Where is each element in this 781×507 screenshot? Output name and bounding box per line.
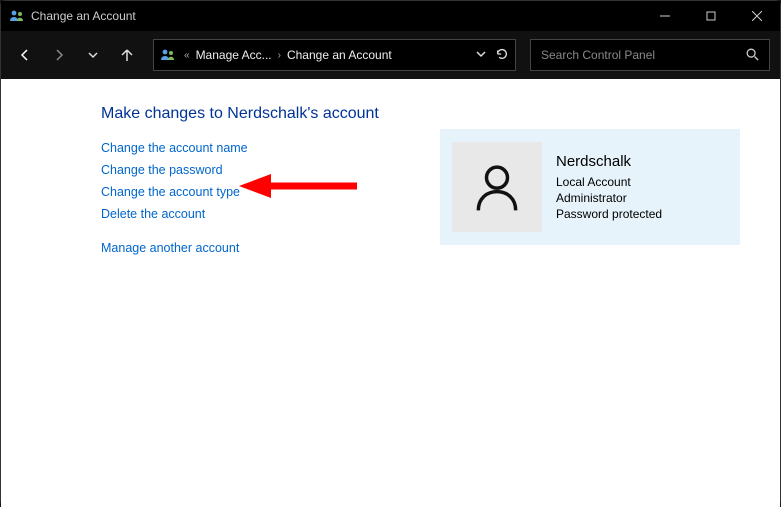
back-button[interactable] bbox=[11, 41, 39, 69]
search-box[interactable] bbox=[530, 39, 770, 71]
users-icon bbox=[160, 47, 176, 63]
account-type: Local Account bbox=[556, 174, 662, 190]
chevron-left-icon: « bbox=[182, 50, 192, 61]
titlebar: Change an Account bbox=[1, 1, 780, 31]
chevron-down-icon[interactable] bbox=[475, 48, 487, 63]
minimize-button[interactable] bbox=[642, 1, 688, 31]
up-button[interactable] bbox=[113, 41, 141, 69]
account-name: Nerdschalk bbox=[556, 152, 662, 172]
window-controls bbox=[642, 1, 780, 31]
users-icon bbox=[9, 8, 25, 24]
account-role: Administrator bbox=[556, 190, 662, 206]
chevron-right-icon: › bbox=[276, 50, 283, 61]
forward-button[interactable] bbox=[45, 41, 73, 69]
recent-dropdown[interactable] bbox=[79, 41, 107, 69]
search-icon[interactable] bbox=[745, 47, 759, 64]
account-card: Nerdschalk Local Account Administrator P… bbox=[440, 129, 740, 245]
window-title: Change an Account bbox=[31, 9, 136, 23]
close-button[interactable] bbox=[734, 1, 780, 31]
breadcrumb-item[interactable]: Manage Acc... bbox=[196, 48, 272, 62]
maximize-button[interactable] bbox=[688, 1, 734, 31]
content-area: Make changes to Nerdschalk's account Cha… bbox=[1, 79, 780, 507]
account-info: Nerdschalk Local Account Administrator P… bbox=[556, 152, 662, 223]
breadcrumb-item[interactable]: Change an Account bbox=[287, 48, 392, 62]
account-password-status: Password protected bbox=[556, 206, 662, 222]
page-title: Make changes to Nerdschalk's account bbox=[101, 105, 740, 123]
avatar bbox=[452, 142, 542, 232]
navbar: « Manage Acc... › Change an Account bbox=[1, 31, 780, 79]
refresh-button[interactable] bbox=[495, 47, 509, 64]
breadcrumb[interactable]: « Manage Acc... › Change an Account bbox=[153, 39, 516, 71]
search-input[interactable] bbox=[541, 48, 739, 62]
